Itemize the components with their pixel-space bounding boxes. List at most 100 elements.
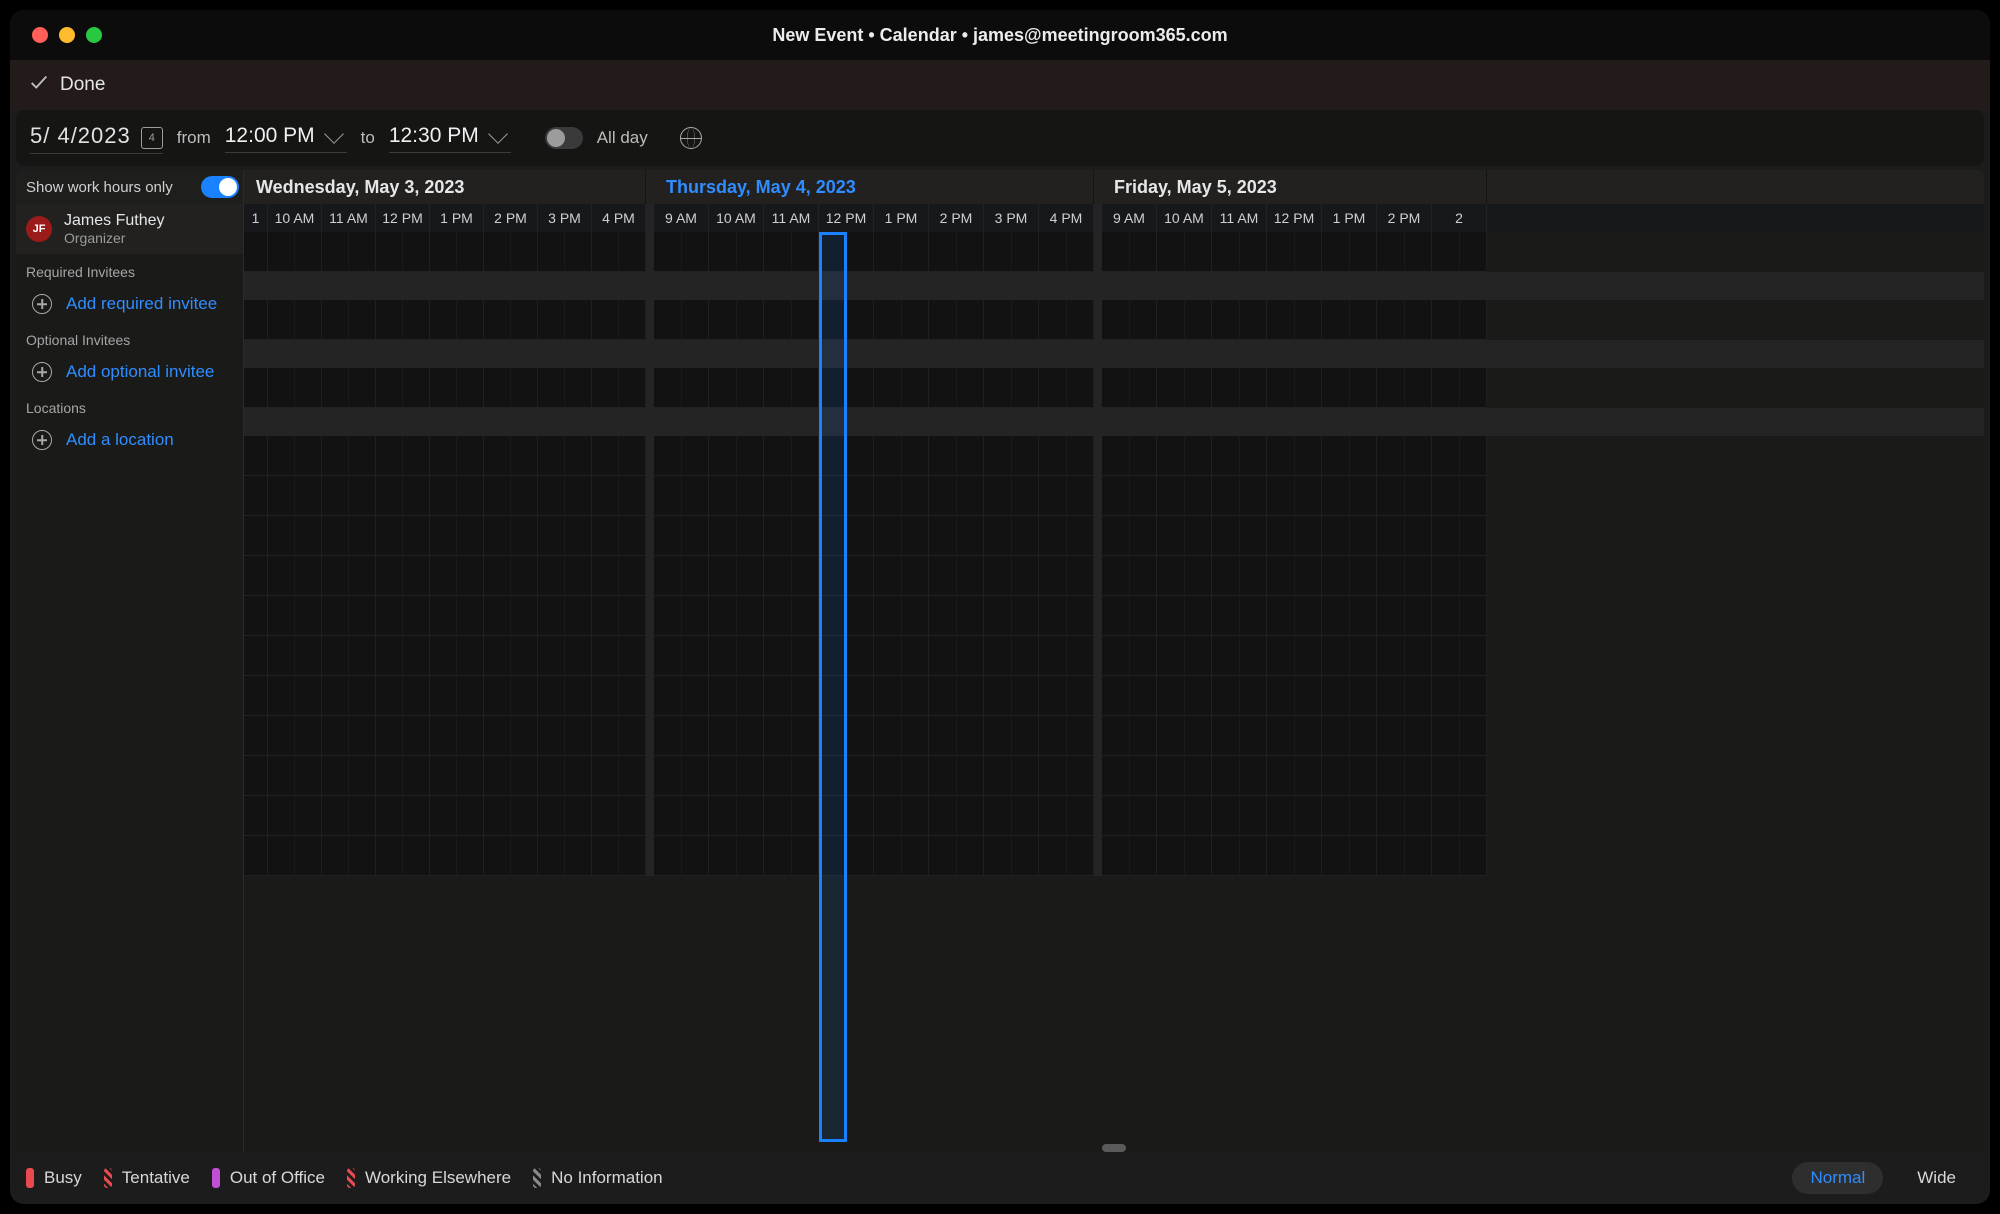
hour-header: 11 AM <box>764 204 819 232</box>
to-time-input[interactable]: 12:30 PM <box>389 124 511 153</box>
titlebar: New Event • Calendar • james@meetingroom… <box>10 10 1990 60</box>
organizer-row[interactable]: JF James Futhey Organizer <box>16 204 243 254</box>
footer: Busy Tentative Out of Office Working Els… <box>10 1152 1990 1204</box>
hour-header: 1 PM <box>430 204 484 232</box>
grid-row[interactable] <box>244 556 1984 596</box>
legend-busy: Busy <box>26 1168 82 1188</box>
day-header: Thursday, May 4, 2023 <box>654 170 1094 204</box>
grid-row[interactable] <box>244 796 1984 836</box>
day-header: Friday, May 5, 2023 <box>1102 170 1487 204</box>
grid-row[interactable] <box>244 756 1984 796</box>
hour-header: 1 PM <box>1322 204 1377 232</box>
hour-header: 10 AM <box>268 204 322 232</box>
hour-headers: 110 AM11 AM12 PM1 PM2 PM3 PM4 PM9 AM10 A… <box>244 204 1984 232</box>
datetime-controls: 5/ 4/2023 4 from 12:00 PM to 12:30 PM Al… <box>16 110 1984 166</box>
optional-section-label: Optional Invitees <box>16 322 243 354</box>
add-location[interactable]: Add a location <box>16 422 243 458</box>
window: New Event • Calendar • james@meetingroom… <box>10 10 1990 1204</box>
chevron-down-icon <box>488 124 508 144</box>
grid-row[interactable] <box>244 476 1984 516</box>
hour-header: 1 PM <box>874 204 929 232</box>
check-icon <box>28 71 50 99</box>
hour-header: 12 PM <box>1267 204 1322 232</box>
hour-header: 2 PM <box>1377 204 1432 232</box>
hour-header: 11 AM <box>1212 204 1267 232</box>
to-time-value: 12:30 PM <box>389 124 479 148</box>
busy-swatch <box>26 1168 34 1188</box>
calendar-icon[interactable]: 4 <box>141 127 163 149</box>
main: Show work hours only JF James Futhey Org… <box>16 170 1984 1152</box>
grid-row[interactable] <box>244 596 1984 636</box>
close-icon[interactable] <box>32 27 48 43</box>
hour-header: 3 PM <box>538 204 592 232</box>
hour-header: 10 AM <box>1157 204 1212 232</box>
legend-working-elsewhere: Working Elsewhere <box>347 1168 511 1188</box>
hour-header: 10 AM <box>709 204 764 232</box>
all-day-toggle[interactable] <box>545 127 583 149</box>
sidebar: Show work hours only JF James Futhey Org… <box>16 170 244 1152</box>
grid-row[interactable] <box>244 836 1984 876</box>
view-normal[interactable]: Normal <box>1792 1162 1883 1194</box>
we-swatch <box>347 1168 355 1188</box>
hour-header: 12 PM <box>376 204 430 232</box>
add-location-label: Add a location <box>66 430 174 450</box>
view-switch: Normal Wide <box>1792 1162 1974 1194</box>
work-hours-toggle[interactable] <box>201 176 239 198</box>
done-label: Done <box>60 74 105 96</box>
hour-header: 2 PM <box>484 204 538 232</box>
traffic-lights <box>32 27 102 43</box>
date-input[interactable]: 5/ 4/2023 4 <box>30 123 163 154</box>
scrollbar-thumb[interactable] <box>1102 1144 1126 1152</box>
globe-icon[interactable] <box>680 127 702 149</box>
hour-header: 11 AM <box>322 204 376 232</box>
grid-row[interactable] <box>244 300 1984 340</box>
grid-row[interactable] <box>244 516 1984 556</box>
work-hours-row: Show work hours only <box>16 170 243 204</box>
plus-icon <box>32 430 52 450</box>
oof-swatch <box>212 1168 220 1188</box>
to-label: to <box>361 128 375 148</box>
hour-header: 12 PM <box>819 204 874 232</box>
ni-swatch <box>533 1168 541 1188</box>
from-label: from <box>177 128 211 148</box>
legend-tentative: Tentative <box>104 1168 190 1188</box>
work-hours-label: Show work hours only <box>26 179 173 196</box>
chevron-down-icon <box>324 124 344 144</box>
hour-header: 4 PM <box>1039 204 1094 232</box>
add-required-label: Add required invitee <box>66 294 217 314</box>
hour-header: 3 PM <box>984 204 1039 232</box>
zoom-icon[interactable] <box>86 27 102 43</box>
plus-icon <box>32 294 52 314</box>
avatar: JF <box>26 216 52 242</box>
spacer-row <box>244 340 1984 368</box>
spacer-row <box>244 408 1984 436</box>
grid-row[interactable] <box>244 232 1984 272</box>
grid-row[interactable] <box>244 368 1984 408</box>
done-button[interactable]: Done <box>28 71 105 99</box>
grid-row[interactable] <box>244 636 1984 676</box>
grid-row[interactable] <box>244 716 1984 756</box>
view-wide[interactable]: Wide <box>1899 1162 1974 1194</box>
grid-row[interactable] <box>244 436 1984 476</box>
hour-header: 9 AM <box>654 204 709 232</box>
locations-section-label: Locations <box>16 390 243 422</box>
from-time-input[interactable]: 12:00 PM <box>225 124 347 153</box>
grid-rows <box>244 232 1984 876</box>
minimize-icon[interactable] <box>59 27 75 43</box>
hour-header: 2 <box>1432 204 1487 232</box>
tentative-swatch <box>104 1168 112 1188</box>
add-required-invitee[interactable]: Add required invitee <box>16 286 243 322</box>
grid-row[interactable] <box>244 676 1984 716</box>
spacer-row <box>244 272 1984 300</box>
legend-no-information: No Information <box>533 1168 663 1188</box>
scheduling-grid[interactable]: Wednesday, May 3, 2023Thursday, May 4, 2… <box>244 170 1984 1152</box>
plus-icon <box>32 362 52 382</box>
hour-header: 2 PM <box>929 204 984 232</box>
all-day-label: All day <box>597 128 648 148</box>
organizer-role: Organizer <box>64 230 164 246</box>
from-time-value: 12:00 PM <box>225 124 315 148</box>
add-optional-invitee[interactable]: Add optional invitee <box>16 354 243 390</box>
hour-header: 9 AM <box>1102 204 1157 232</box>
date-value: 5/ 4/2023 <box>30 123 131 149</box>
day-headers: Wednesday, May 3, 2023Thursday, May 4, 2… <box>244 170 1984 204</box>
